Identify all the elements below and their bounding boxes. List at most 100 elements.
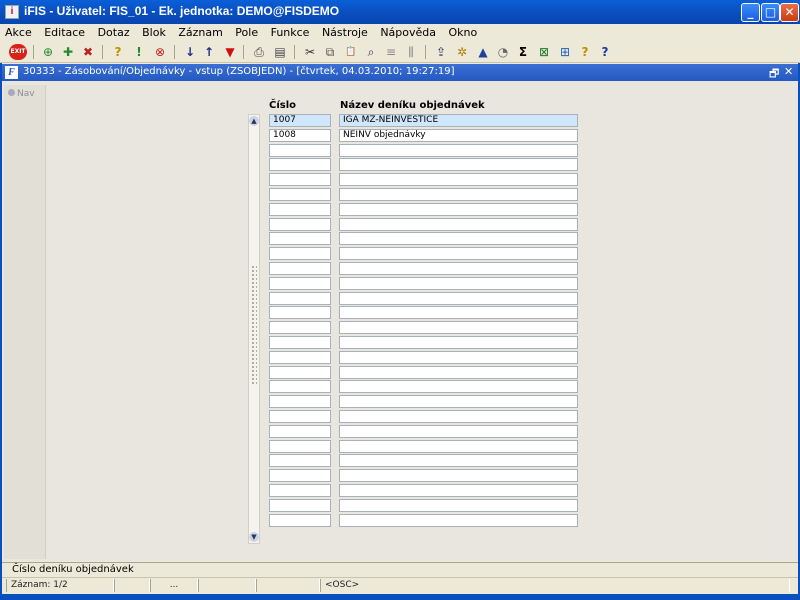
- menu-editace[interactable]: Editace: [39, 24, 89, 39]
- exit-icon[interactable]: EXIT: [9, 44, 27, 60]
- cell-nazev-empty[interactable]: [339, 395, 578, 408]
- menu-akce[interactable]: Akce: [0, 24, 36, 39]
- cell-nazev[interactable]: NEINV objednávky: [339, 129, 578, 142]
- cell-nazev-empty[interactable]: [339, 380, 578, 393]
- cell-cislo-empty[interactable]: [269, 440, 331, 453]
- filter-icon[interactable]: ▼: [222, 44, 238, 60]
- cell-nazev-empty[interactable]: [339, 158, 578, 171]
- cut-icon[interactable]: ✂: [302, 44, 318, 60]
- menu-nastroje[interactable]: Nástroje: [317, 24, 372, 39]
- cell-cislo-empty[interactable]: [269, 454, 331, 467]
- query-enter-icon[interactable]: ?: [110, 44, 126, 60]
- cell-nazev-empty[interactable]: [339, 410, 578, 423]
- cell-cislo-empty[interactable]: [269, 484, 331, 497]
- cell-cislo-empty[interactable]: [269, 336, 331, 349]
- cell-cislo[interactable]: 1008: [269, 129, 331, 142]
- excel-icon[interactable]: ⊠: [536, 44, 552, 60]
- cell-cislo-empty[interactable]: [269, 188, 331, 201]
- cell-cislo-empty[interactable]: [269, 277, 331, 290]
- cell-nazev-empty[interactable]: [339, 440, 578, 453]
- cell-nazev-empty[interactable]: [339, 366, 578, 379]
- close-button[interactable]: ✕: [780, 3, 799, 22]
- query-cancel-icon[interactable]: ⊗: [152, 44, 168, 60]
- maximize-button[interactable]: □: [761, 3, 780, 22]
- cell-cislo-empty[interactable]: [269, 366, 331, 379]
- copy-icon[interactable]: ⧉: [322, 44, 338, 60]
- grid-scrollbar[interactable]: ▲ ▼: [248, 114, 260, 544]
- cell-cislo-empty[interactable]: [269, 410, 331, 423]
- cell-nazev-empty[interactable]: [339, 454, 578, 467]
- cell-nazev-empty[interactable]: [339, 203, 578, 216]
- menu-funkce[interactable]: Funkce: [266, 24, 314, 39]
- cell-cislo-empty[interactable]: [269, 469, 331, 482]
- menu-zaznam[interactable]: Záznam: [173, 24, 226, 39]
- cell-cislo-empty[interactable]: [269, 144, 331, 157]
- menu-pole[interactable]: Pole: [230, 24, 262, 39]
- form-title-bar[interactable]: F 30333 - Zásobování/Objednávky - vstup …: [2, 64, 798, 81]
- cell-nazev-empty[interactable]: [339, 144, 578, 157]
- print-icon[interactable]: ⎙: [251, 44, 267, 60]
- network-icon[interactable]: ⊞: [557, 44, 573, 60]
- cell-nazev-empty[interactable]: [339, 292, 578, 305]
- cell-cislo-empty[interactable]: [269, 158, 331, 171]
- help-topics-icon[interactable]: ?: [577, 44, 593, 60]
- cell-cislo-empty[interactable]: [269, 292, 331, 305]
- paste-icon[interactable]: 📋: [343, 44, 359, 60]
- cell-cislo-empty[interactable]: [269, 262, 331, 275]
- cell-cislo[interactable]: 1007: [269, 114, 331, 127]
- cell-nazev-empty[interactable]: [339, 499, 578, 512]
- cell-nazev-empty[interactable]: [339, 232, 578, 245]
- cell-nazev-empty[interactable]: [339, 336, 578, 349]
- save-record-icon[interactable]: ✚: [60, 44, 76, 60]
- cell-cislo-empty[interactable]: [269, 218, 331, 231]
- cell-cislo-empty[interactable]: [269, 425, 331, 438]
- cell-nazev-empty[interactable]: [339, 469, 578, 482]
- delete-record-icon[interactable]: ✖: [80, 44, 96, 60]
- cell-cislo-empty[interactable]: [269, 247, 331, 260]
- sort-desc-icon[interactable]: ↑: [201, 44, 217, 60]
- insert-record-icon[interactable]: ⊕: [40, 44, 56, 60]
- scroll-up-icon[interactable]: ▲: [249, 116, 259, 126]
- clock-icon[interactable]: ◔: [495, 44, 511, 60]
- cell-nazev-empty[interactable]: [339, 306, 578, 319]
- menu-blok[interactable]: Blok: [137, 24, 170, 39]
- cell-nazev-empty[interactable]: [339, 262, 578, 275]
- find-icon[interactable]: ⌕: [363, 44, 379, 60]
- cell-cislo-empty[interactable]: [269, 173, 331, 186]
- cell-nazev-empty[interactable]: [339, 173, 578, 186]
- cell-nazev-empty[interactable]: [339, 351, 578, 364]
- window-title-bar[interactable]: i iFIS - Uživatel: FIS_01 - Ek. jednotka…: [0, 0, 800, 24]
- cell-cislo-empty[interactable]: [269, 321, 331, 334]
- cell-cislo-empty[interactable]: [269, 499, 331, 512]
- cell-nazev[interactable]: IGA MZ-NEINVESTICE: [339, 114, 578, 127]
- menu-napoveda[interactable]: Nápověda: [375, 24, 440, 39]
- menu-okno[interactable]: Okno: [444, 24, 482, 39]
- nav-panel[interactable]: Nav: [4, 85, 46, 559]
- export-icon[interactable]: ⇪: [433, 44, 449, 60]
- cell-cislo-empty[interactable]: [269, 380, 331, 393]
- scroll-grip[interactable]: [251, 265, 257, 385]
- chart-icon[interactable]: ▲: [475, 44, 491, 60]
- menu-dotaz[interactable]: Dotaz: [93, 24, 134, 39]
- cell-cislo-empty[interactable]: [269, 203, 331, 216]
- print-preview-icon[interactable]: ▤: [272, 44, 288, 60]
- columns-icon[interactable]: ⫼: [403, 44, 419, 60]
- cell-cislo-empty[interactable]: [269, 306, 331, 319]
- query-execute-icon[interactable]: !: [131, 44, 147, 60]
- cell-nazev-empty[interactable]: [339, 277, 578, 290]
- close-form-button[interactable]: ✕: [784, 65, 793, 78]
- cell-cislo-empty[interactable]: [269, 395, 331, 408]
- sort-asc-icon[interactable]: ↓: [182, 44, 198, 60]
- cell-nazev-empty[interactable]: [339, 514, 578, 527]
- cell-cislo-empty[interactable]: [269, 232, 331, 245]
- cell-nazev-empty[interactable]: [339, 247, 578, 260]
- indent-icon[interactable]: ≡: [383, 44, 399, 60]
- settings-icon[interactable]: ✲: [454, 44, 470, 60]
- cell-cislo-empty[interactable]: [269, 514, 331, 527]
- cell-nazev-empty[interactable]: [339, 188, 578, 201]
- scroll-down-icon[interactable]: ▼: [249, 532, 259, 542]
- cell-nazev-empty[interactable]: [339, 321, 578, 334]
- cell-nazev-empty[interactable]: [339, 425, 578, 438]
- cell-cislo-empty[interactable]: [269, 351, 331, 364]
- context-help-icon[interactable]: ?: [597, 44, 613, 60]
